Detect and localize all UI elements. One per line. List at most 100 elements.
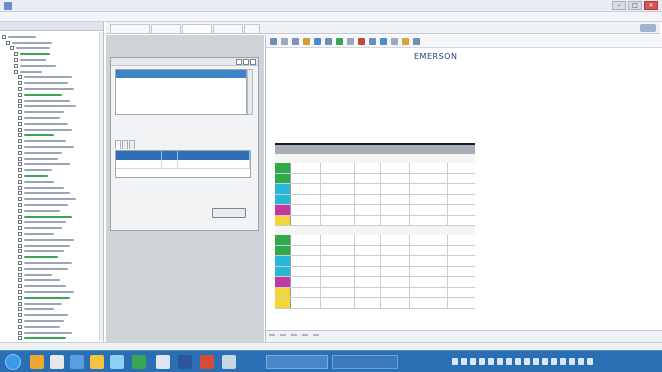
expand-toggle-icon[interactable] — [18, 121, 22, 126]
toolbar-button-icon[interactable] — [281, 38, 288, 45]
expand-toggle-icon[interactable] — [18, 197, 22, 202]
report-list[interactable] — [115, 69, 247, 115]
tab-filter[interactable] — [122, 140, 128, 149]
expand-toggle-icon[interactable] — [18, 260, 22, 265]
expand-toggle-icon[interactable] — [18, 139, 22, 144]
parameter-value-dropdown[interactable] — [178, 160, 250, 168]
expand-toggle-icon[interactable] — [18, 168, 22, 173]
expand-toggle-icon[interactable] — [18, 307, 22, 312]
dialog-close-button[interactable] — [250, 59, 256, 65]
toolbar-button-icon[interactable] — [347, 38, 354, 45]
tray-icon[interactable] — [569, 358, 575, 365]
taskbar-app-icon[interactable] — [110, 355, 124, 369]
expand-toggle-icon[interactable] — [18, 278, 22, 283]
toolbar-button-icon[interactable] — [270, 38, 277, 45]
expand-toggle-icon[interactable] — [18, 272, 22, 277]
expand-toggle-icon[interactable] — [18, 116, 22, 121]
toolbar-button-icon[interactable] — [391, 38, 398, 45]
expand-toggle-icon[interactable] — [18, 156, 22, 161]
navigation-tree[interactable] — [2, 34, 96, 341]
tab-parameters[interactable] — [115, 140, 121, 149]
expand-toggle-icon[interactable] — [18, 110, 22, 115]
expand-toggle-icon[interactable] — [18, 284, 22, 289]
report-list-scrollbar[interactable] — [247, 69, 253, 115]
expand-toggle-icon[interactable] — [18, 336, 22, 341]
expand-toggle-icon[interactable] — [2, 34, 6, 39]
taskbar-app-icon[interactable] — [156, 355, 170, 369]
expand-toggle-icon[interactable] — [18, 179, 22, 184]
toolbar-button-icon[interactable] — [369, 38, 376, 45]
expand-toggle-icon[interactable] — [18, 150, 22, 155]
taskbar-app-icon[interactable] — [222, 355, 236, 369]
expand-toggle-icon[interactable] — [18, 191, 22, 196]
expand-toggle-icon[interactable] — [18, 203, 22, 207]
toolbar-button-icon[interactable] — [303, 38, 310, 45]
expand-toggle-icon[interactable] — [18, 226, 22, 231]
minimize-button[interactable]: – — [612, 1, 626, 10]
toolbar-button-icon[interactable] — [413, 38, 420, 45]
tab-options[interactable] — [129, 140, 135, 149]
tray-icon[interactable] — [560, 358, 566, 365]
tray-icon[interactable] — [533, 358, 539, 365]
parameter-operator[interactable] — [162, 160, 178, 168]
expand-toggle-icon[interactable] — [18, 92, 22, 97]
expand-toggle-icon[interactable] — [18, 214, 22, 219]
expand-toggle-icon[interactable] — [14, 63, 18, 68]
toolbar-button-icon[interactable] — [325, 38, 332, 45]
expand-toggle-icon[interactable] — [18, 208, 22, 213]
expand-toggle-icon[interactable] — [18, 127, 22, 132]
expand-toggle-icon[interactable] — [18, 98, 22, 103]
expand-toggle-icon[interactable] — [18, 185, 22, 190]
toolbar-button-icon[interactable] — [314, 38, 321, 45]
expand-toggle-icon[interactable] — [18, 289, 22, 294]
bottom-tab[interactable] — [312, 334, 319, 336]
tray-icon[interactable] — [479, 358, 485, 365]
expand-toggle-icon[interactable] — [18, 87, 22, 92]
expand-toggle-icon[interactable] — [18, 145, 22, 150]
taskbar-app-icon[interactable] — [30, 355, 44, 369]
expand-toggle-icon[interactable] — [18, 301, 22, 306]
expand-toggle-icon[interactable] — [18, 133, 22, 138]
expand-toggle-icon[interactable] — [18, 237, 22, 242]
tab[interactable] — [244, 24, 260, 33]
expand-toggle-icon[interactable] — [18, 104, 22, 109]
expand-toggle-icon[interactable] — [18, 249, 22, 254]
tray-icon[interactable] — [497, 358, 503, 365]
tray-icon[interactable] — [587, 358, 593, 365]
taskbar-app-icon[interactable] — [90, 355, 104, 369]
report-list-item[interactable] — [116, 86, 246, 94]
bottom-tab[interactable] — [301, 334, 308, 336]
toolbar-button-icon[interactable] — [336, 38, 343, 45]
toolbar-button-icon[interactable] — [358, 38, 365, 45]
start-button[interactable] — [5, 354, 21, 370]
expand-toggle-icon[interactable] — [14, 58, 18, 63]
dialog-maximize-button[interactable] — [243, 59, 249, 65]
taskbar-app-icon[interactable] — [178, 355, 192, 369]
toolbar-button-icon[interactable] — [292, 38, 299, 45]
taskbar-app-icon[interactable] — [50, 355, 64, 369]
tray-icon[interactable] — [542, 358, 548, 365]
options-icon[interactable] — [640, 24, 656, 32]
tab-active[interactable] — [182, 24, 212, 33]
taskbar-app-icon[interactable] — [70, 355, 84, 369]
tray-icon[interactable] — [551, 358, 557, 365]
tree-scrollbar[interactable] — [99, 32, 103, 340]
bottom-tab[interactable] — [279, 334, 286, 336]
expand-toggle-icon[interactable] — [18, 81, 22, 86]
close-button[interactable]: ✕ — [644, 1, 658, 10]
expand-toggle-icon[interactable] — [18, 75, 22, 80]
tray-icon[interactable] — [515, 358, 521, 365]
expand-toggle-icon[interactable] — [18, 330, 22, 335]
expand-toggle-icon[interactable] — [14, 52, 18, 57]
expand-toggle-icon[interactable] — [18, 318, 22, 323]
tray-icon[interactable] — [578, 358, 584, 365]
tray-icon[interactable] — [506, 358, 512, 365]
expand-toggle-icon[interactable] — [18, 313, 22, 318]
taskbar-app-icon[interactable] — [200, 355, 214, 369]
tab[interactable] — [213, 24, 243, 33]
run-report-button[interactable] — [212, 208, 246, 218]
expand-toggle-icon[interactable] — [18, 162, 22, 167]
tray-icon[interactable] — [452, 358, 458, 365]
report-list-item-selected[interactable] — [116, 70, 246, 78]
parameter-row[interactable] — [116, 160, 250, 169]
